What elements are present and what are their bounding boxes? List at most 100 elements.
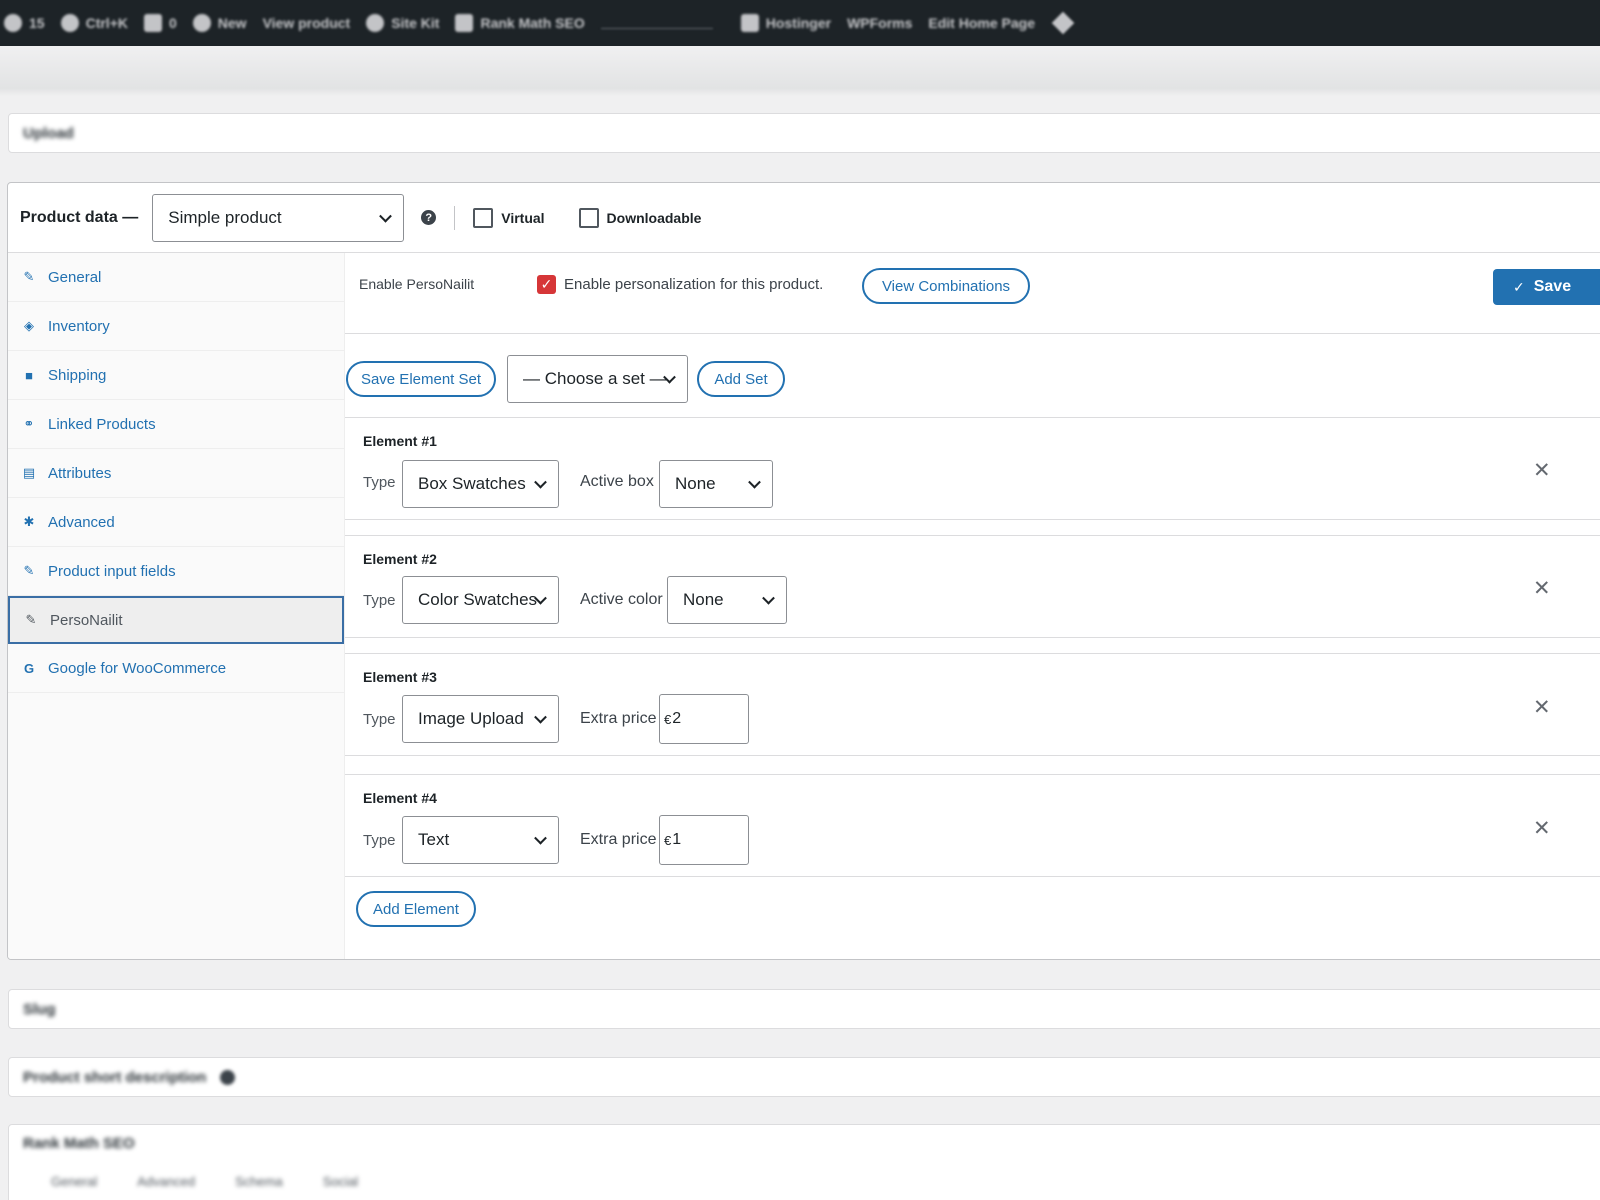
- active-color-label: Active color: [580, 591, 663, 608]
- enable-personalization-checkbox[interactable]: ✓: [537, 275, 556, 294]
- short-description-box[interactable]: Product short description: [8, 1057, 1600, 1097]
- view-combinations-button[interactable]: View Combinations: [862, 268, 1030, 304]
- comments-item[interactable]: 0: [143, 14, 177, 32]
- hostinger-icon: [740, 14, 759, 32]
- rank-math-icon: [455, 14, 474, 32]
- diamond-icon[interactable]: [1051, 11, 1075, 35]
- rank-math-item[interactable]: Rank Math SEO: [455, 14, 585, 32]
- virtual-checkbox[interactable]: [473, 207, 494, 228]
- truck-icon: ■: [25, 367, 33, 383]
- virtual-label: Virtual: [501, 209, 545, 226]
- element-title: Element #4: [363, 790, 437, 806]
- extra-price-input[interactable]: €1: [659, 815, 749, 865]
- extra-price-label: Extra price: [580, 831, 657, 848]
- product-data-title: Product data —: [20, 208, 139, 226]
- site-kit-icon: [366, 14, 385, 32]
- google-icon: G: [23, 660, 35, 676]
- edit-home-page-item[interactable]: Edit Home Page: [928, 15, 1035, 31]
- command-search-item[interactable]: Ctrl+K: [60, 14, 128, 32]
- add-set-button[interactable]: Add Set: [697, 361, 785, 397]
- gear-icon: ✱: [23, 514, 35, 529]
- tab-shipping[interactable]: ■ Shipping: [8, 351, 344, 400]
- short-description-title: Product short description: [23, 1068, 207, 1086]
- rank-math-box: Rank Math SEO General Advanced Schema So…: [8, 1124, 1600, 1200]
- remove-element-icon[interactable]: ✕: [1533, 697, 1551, 718]
- element-type-select[interactable]: Color Swatches: [402, 576, 559, 624]
- active-box-select[interactable]: None: [659, 460, 773, 508]
- link-icon: ⚭: [23, 416, 35, 431]
- element-title: Element #1: [363, 433, 437, 449]
- comment-icon: [143, 14, 162, 32]
- extra-price-label: Extra price: [580, 710, 657, 727]
- save-button[interactable]: ✓ Save: [1493, 269, 1600, 305]
- admin-bar-separator: [600, 27, 713, 29]
- wrench-icon: ✎: [23, 563, 35, 578]
- enable-personailit-label: Enable PersoNailit: [359, 276, 475, 292]
- wrench-icon: ✎: [23, 269, 35, 284]
- extra-price-input[interactable]: €2: [659, 694, 749, 744]
- product-data-tabs: ✎ General ◈ Inventory ■ Shipping ⚭ Linked Pr…: [8, 253, 345, 959]
- element-type-select[interactable]: Box Swatches: [402, 460, 559, 508]
- view-product-link[interactable]: View product: [263, 15, 351, 31]
- product-data-panel: Product data — Simple product ? Virtual …: [7, 182, 1600, 960]
- rank-math-tab-social[interactable]: Social: [323, 1174, 358, 1189]
- screen-options-band: [0, 46, 1600, 96]
- tab-product-input-fields[interactable]: ✎ Product input fields: [8, 547, 344, 596]
- tab-linked-products[interactable]: ⚭ Linked Products: [8, 400, 344, 449]
- tab-attributes[interactable]: ▤ Attributes: [8, 449, 344, 498]
- type-label: Type: [363, 711, 396, 728]
- remove-element-icon[interactable]: ✕: [1533, 460, 1551, 481]
- tab-personailit[interactable]: ✎ PersoNailit: [8, 596, 344, 644]
- plus-icon: [192, 14, 211, 32]
- element-row: Element #2 Type Color Swatches Active co…: [345, 535, 1600, 638]
- site-kit-item[interactable]: Site Kit: [366, 14, 439, 32]
- help-icon[interactable]: [220, 1069, 236, 1085]
- rank-math-tab-schema[interactable]: Schema: [235, 1174, 283, 1189]
- chevron-down-icon: [762, 591, 775, 605]
- rank-math-title: Rank Math SEO: [23, 1135, 135, 1152]
- rank-math-tab-general[interactable]: General: [51, 1174, 97, 1189]
- slug-box[interactable]: Slug: [8, 989, 1600, 1029]
- help-icon[interactable]: ?: [421, 210, 437, 225]
- choose-set-select[interactable]: — Choose a set —: [507, 355, 688, 403]
- chevron-down-icon: [379, 209, 393, 223]
- choose-set-value: — Choose a set —: [523, 369, 667, 388]
- search-icon: [60, 14, 79, 32]
- rank-math-tab-advanced[interactable]: Advanced: [137, 1174, 195, 1189]
- rank-math-tabs: General Advanced Schema Social: [51, 1174, 358, 1189]
- personailit-panel: Enable PersoNailit ✓ Enable personalizat…: [345, 253, 1600, 959]
- enable-personalization-label: Enable personalization for this product.: [564, 276, 824, 293]
- slug-box-title: Slug: [23, 1000, 56, 1018]
- wpforms-item[interactable]: WPForms: [847, 15, 912, 31]
- active-color-select[interactable]: None: [667, 576, 787, 624]
- currency-symbol: €: [664, 711, 672, 727]
- chevron-down-icon: [534, 475, 547, 489]
- hostinger-item[interactable]: Hostinger: [740, 14, 831, 32]
- updates-item[interactable]: 15: [4, 14, 45, 32]
- element-type-select[interactable]: Text: [402, 816, 559, 864]
- refresh-icon: [4, 14, 22, 32]
- brush-icon: ✎: [25, 612, 37, 627]
- product-type-select[interactable]: Simple product: [152, 193, 405, 242]
- tab-inventory[interactable]: ◈ Inventory: [8, 302, 344, 351]
- remove-element-icon[interactable]: ✕: [1533, 818, 1551, 839]
- tab-advanced[interactable]: ✱ Advanced: [8, 498, 344, 547]
- header-divider: [454, 205, 456, 230]
- checkmark-icon: ✓: [1513, 278, 1525, 295]
- chevron-down-icon: [748, 475, 761, 489]
- element-row: Element #1 Type Box Swatches Active box …: [345, 417, 1600, 520]
- tab-general[interactable]: ✎ General: [8, 253, 344, 302]
- downloadable-label: Downloadable: [606, 209, 702, 226]
- upload-box[interactable]: Upload: [8, 113, 1600, 153]
- tab-google-for-woocommerce[interactable]: G Google for WooCommerce: [8, 644, 344, 693]
- tag-icon: ◈: [24, 318, 34, 333]
- new-item[interactable]: New: [192, 14, 247, 32]
- add-element-button[interactable]: Add Element: [356, 891, 476, 927]
- active-box-label: Active box: [580, 473, 654, 490]
- chevron-down-icon: [534, 831, 547, 845]
- element-type-select[interactable]: Image Upload: [402, 695, 559, 743]
- remove-element-icon[interactable]: ✕: [1533, 578, 1551, 599]
- save-element-set-button[interactable]: Save Element Set: [346, 361, 496, 397]
- downloadable-checkbox[interactable]: [578, 207, 599, 228]
- type-label: Type: [363, 592, 396, 609]
